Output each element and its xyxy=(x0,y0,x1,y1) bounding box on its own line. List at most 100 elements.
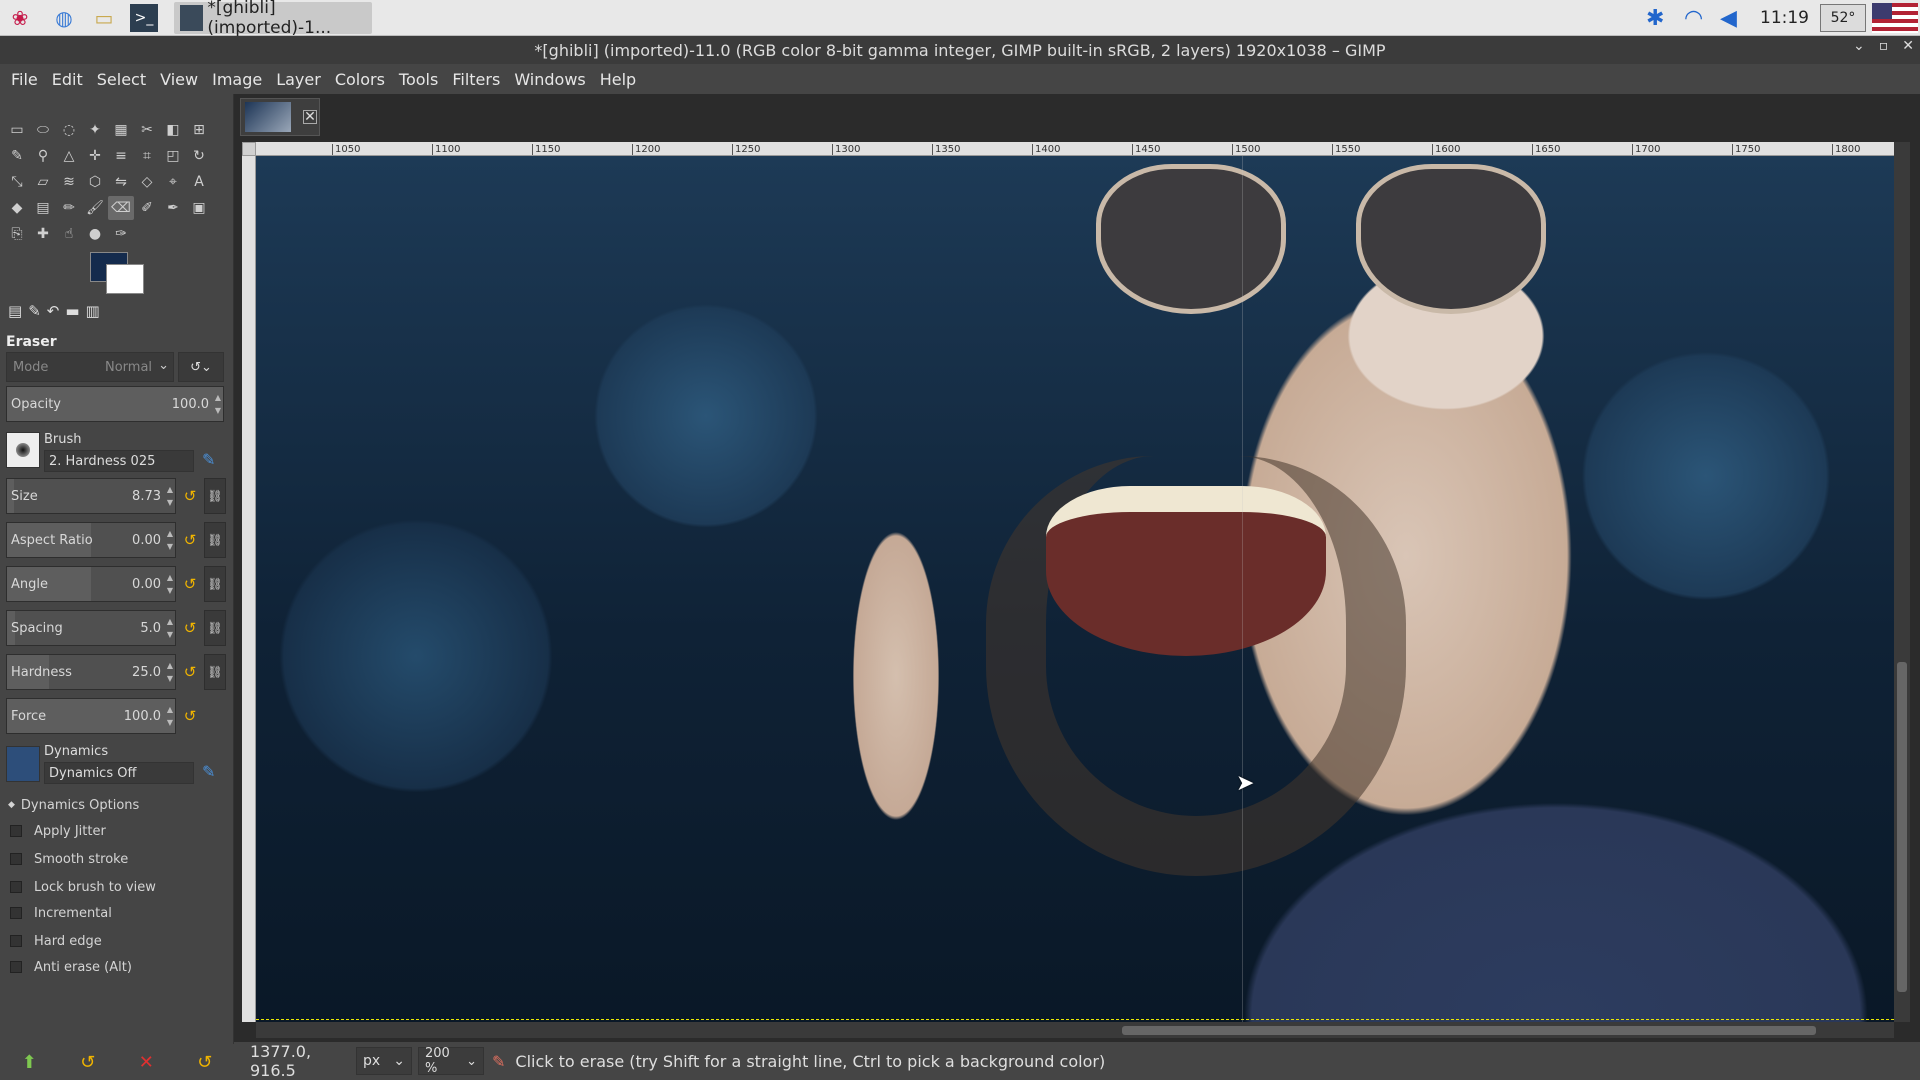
handle-transform-icon[interactable]: ⌖ xyxy=(160,170,186,194)
menu-layer[interactable]: Layer xyxy=(276,70,321,89)
menu-image[interactable]: Image xyxy=(212,70,262,89)
shear-icon[interactable]: ▱ xyxy=(30,170,56,194)
link-aspect-icon[interactable]: ⛓ xyxy=(204,522,226,558)
menu-help[interactable]: Help xyxy=(600,70,636,89)
reset-aspect-icon[interactable]: ↺ xyxy=(180,530,200,550)
device-status-tab-icon[interactable]: ✎ xyxy=(28,302,41,320)
dynamics-options-expander[interactable]: ◆ Dynamics Options xyxy=(8,794,139,816)
image-canvas[interactable]: ➤ xyxy=(256,156,1894,1022)
smooth-stroke-checkbox[interactable]: Smooth stroke xyxy=(10,848,128,870)
menu-edit[interactable]: Edit xyxy=(52,70,83,89)
eraser-icon[interactable]: ⌫ xyxy=(108,196,134,220)
brush-name-field[interactable]: 2. Hardness 025 xyxy=(44,450,194,472)
spinner-icon[interactable]: ▲ ▼ xyxy=(215,391,221,417)
cage-icon[interactable]: ⬡ xyxy=(82,170,108,194)
text-icon[interactable]: A xyxy=(186,170,212,194)
volume-icon[interactable]: ◀ xyxy=(1720,0,1737,36)
background-color-swatch[interactable] xyxy=(106,264,144,294)
dodge-burn-icon[interactable]: ● xyxy=(82,222,108,246)
horizontal-scrollbar[interactable] xyxy=(256,1022,1894,1038)
minimize-icon[interactable]: ⌄ xyxy=(1853,38,1865,54)
save-options-icon[interactable]: ⬆ xyxy=(22,1052,37,1073)
lock-brush-checkbox[interactable]: Lock brush to view xyxy=(10,876,156,898)
edit-brush-icon[interactable]: ✎ xyxy=(202,450,215,469)
brushes-tab-icon[interactable]: ▥ xyxy=(86,302,100,320)
reset-size-icon[interactable]: ↺ xyxy=(180,486,200,506)
spinner-icon[interactable]: ▲ ▼ xyxy=(167,527,173,553)
spinner-icon[interactable]: ▲ ▼ xyxy=(167,483,173,509)
folder-icon[interactable]: ▭ xyxy=(90,4,118,32)
image-tab[interactable]: ✕ xyxy=(240,98,320,136)
clone-icon[interactable]: ⎘ xyxy=(4,222,30,246)
move-icon[interactable]: ✛ xyxy=(82,144,108,168)
link-size-icon[interactable]: ⛓ xyxy=(204,478,226,514)
warp-icon[interactable]: ≋ xyxy=(56,170,82,194)
hard-edge-checkbox[interactable]: Hard edge xyxy=(10,930,102,952)
angle-slider[interactable]: Angle 0.00 ▲ ▼ xyxy=(6,566,176,602)
terminal-icon[interactable]: >_ xyxy=(130,4,158,32)
restore-options-icon[interactable]: ↺ xyxy=(80,1052,95,1073)
link-spacing-icon[interactable]: ⛓ xyxy=(204,610,226,646)
menu-filters[interactable]: Filters xyxy=(452,70,500,89)
menu-colors[interactable]: Colors xyxy=(335,70,385,89)
menu-view[interactable]: View xyxy=(160,70,198,89)
wifi-icon[interactable]: ◠ xyxy=(1684,0,1703,36)
reset-hardness-icon[interactable]: ↺ xyxy=(180,662,200,682)
spinner-icon[interactable]: ▲ ▼ xyxy=(167,703,173,729)
mode-reset-button[interactable]: ↺⌄ xyxy=(178,352,224,382)
tool-options-tab-icon[interactable]: ▤ xyxy=(8,302,22,320)
airbrush-icon[interactable]: ✐ xyxy=(134,196,160,220)
force-slider[interactable]: Force 100.0 ▲ ▼ xyxy=(6,698,176,734)
apply-jitter-checkbox[interactable]: Apply Jitter xyxy=(10,820,106,842)
ruler-corner-button[interactable] xyxy=(242,142,256,156)
hardness-slider[interactable]: Hardness 25.0 ▲ ▼ xyxy=(6,654,176,690)
undo-history-tab-icon[interactable]: ↶ xyxy=(47,302,60,320)
scissors-icon[interactable]: ✂ xyxy=(134,118,160,142)
close-tab-icon[interactable]: ✕ xyxy=(303,109,317,125)
zoom-icon[interactable]: ⚲ xyxy=(30,144,56,168)
spacing-slider[interactable]: Spacing 5.0 ▲ ▼ xyxy=(6,610,176,646)
anti-erase-checkbox[interactable]: Anti erase (Alt) xyxy=(10,956,132,978)
mode-select[interactable]: Mode Normal ⌄ xyxy=(6,352,174,382)
menu-select[interactable]: Select xyxy=(97,70,146,89)
menu-file[interactable]: File xyxy=(11,70,38,89)
raspberry-icon[interactable]: ❀ xyxy=(6,4,34,32)
brush-preview[interactable] xyxy=(6,432,40,468)
link-angle-icon[interactable]: ⛓ xyxy=(204,566,226,602)
color-picker-icon[interactable]: ✑ xyxy=(108,222,134,246)
opacity-slider[interactable]: Opacity 100.0 ▲ ▼ xyxy=(6,386,224,422)
flip-icon[interactable]: ⇋ xyxy=(108,170,134,194)
link-hardness-icon[interactable]: ⛓ xyxy=(204,654,226,690)
vertical-scroll-thumb[interactable] xyxy=(1897,662,1907,992)
size-slider[interactable]: Size 8.73 ▲ ▼ xyxy=(6,478,176,514)
maximize-icon[interactable]: ▫ xyxy=(1879,38,1889,54)
smudge-icon[interactable]: ☝ xyxy=(56,222,82,246)
close-icon[interactable]: ✕ xyxy=(1902,38,1914,54)
menu-windows[interactable]: Windows xyxy=(514,70,585,89)
bucket-fill-icon[interactable]: ◆ xyxy=(4,196,30,220)
spinner-icon[interactable]: ▲ ▼ xyxy=(167,615,173,641)
dynamics-name-field[interactable]: Dynamics Off xyxy=(44,762,194,784)
unit-select[interactable]: px ⌄ xyxy=(356,1047,412,1075)
gradient-icon[interactable]: ▤ xyxy=(30,196,56,220)
paths-icon[interactable]: ✎ xyxy=(4,144,30,168)
edit-dynamics-icon[interactable]: ✎ xyxy=(202,762,215,781)
mypaint-brush-icon[interactable]: ▣ xyxy=(186,196,212,220)
reset-spacing-icon[interactable]: ↺ xyxy=(180,618,200,638)
browser-icon[interactable]: ◍ xyxy=(50,4,78,32)
reset-options-icon[interactable]: ↺ xyxy=(197,1052,212,1073)
bluetooth-icon[interactable]: ✱ xyxy=(1646,0,1664,36)
spinner-icon[interactable]: ▲ ▼ xyxy=(167,659,173,685)
lasso-icon[interactable]: ◌ xyxy=(56,118,82,142)
pencil-icon[interactable]: ✏ xyxy=(56,196,82,220)
paintbrush-icon[interactable]: 🖌 xyxy=(82,196,108,220)
measure-icon[interactable]: △ xyxy=(56,144,82,168)
keyboard-flag-icon[interactable] xyxy=(1872,3,1918,33)
color-select-icon[interactable]: ▦ xyxy=(108,118,134,142)
heal-icon[interactable]: ✚ xyxy=(30,222,56,246)
menu-tools[interactable]: Tools xyxy=(399,70,438,89)
incremental-checkbox[interactable]: Incremental xyxy=(10,902,112,924)
unified-transform-icon[interactable]: ◰ xyxy=(160,144,186,168)
reset-angle-icon[interactable]: ↺ xyxy=(180,574,200,594)
aspect-ratio-slider[interactable]: Aspect Ratio 0.00 ▲ ▼ xyxy=(6,522,176,558)
